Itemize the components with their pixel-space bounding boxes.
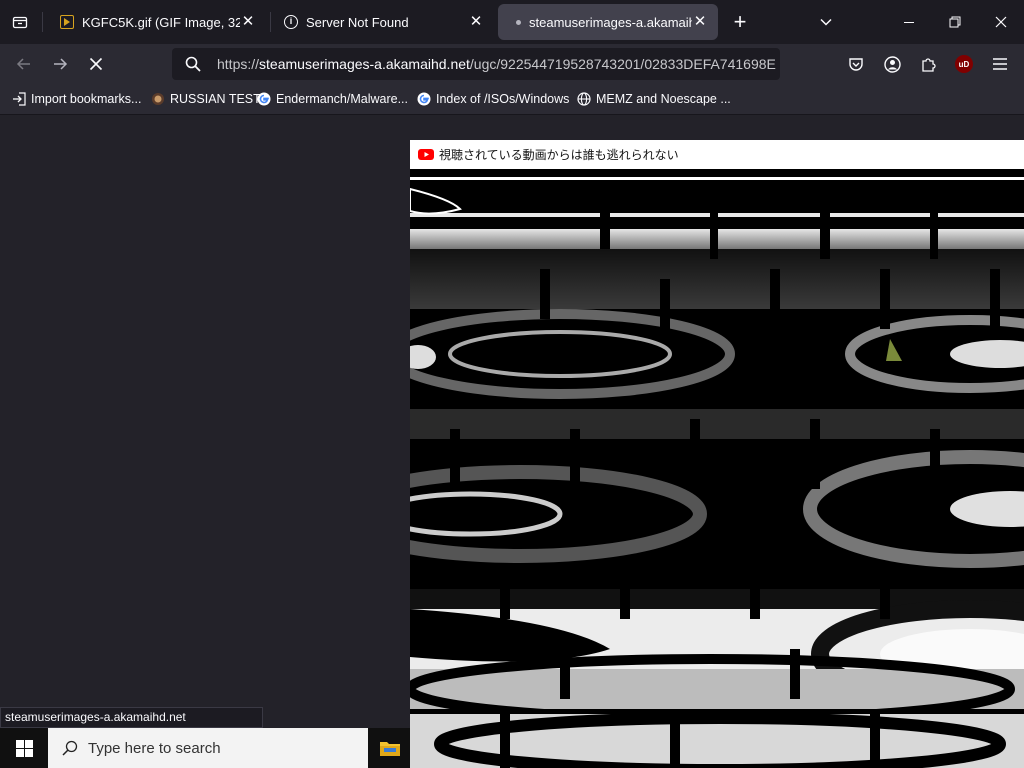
pocket-icon — [849, 58, 863, 71]
folder-icon — [380, 742, 400, 756]
bookmark-index-isos[interactable]: Index of /ISOs/Windows — [417, 90, 569, 108]
tab-divider — [270, 12, 271, 32]
bookmark-label: RUSSIAN TEST — [170, 92, 261, 106]
plus-icon: + — [733, 9, 747, 34]
search-placeholder: Type here to search — [88, 739, 221, 757]
bookmark-label: MEMZ and Noescape ... — [596, 92, 731, 106]
tab-label: steamuserimages-a.akamaihd.n — [529, 14, 692, 30]
tab-list-icon — [12, 16, 28, 29]
pocket-button[interactable] — [840, 48, 872, 80]
google-icon — [257, 92, 271, 106]
account-icon — [883, 55, 901, 73]
puzzle-icon — [922, 58, 936, 72]
url-bar[interactable]: https://steamuserimages-a.akamaihd.net/u… — [172, 48, 780, 80]
taskbar-search-box[interactable]: Type here to search — [48, 728, 368, 768]
tab-gif-image[interactable]: KGFC5K.gif (GIF Image, 320 × 2 ✕ — [50, 4, 266, 40]
minimize-button[interactable] — [886, 0, 932, 44]
stop-loading-button[interactable] — [80, 48, 112, 80]
glitch-video-frame[interactable] — [410, 169, 1024, 768]
arrow-right-icon — [54, 58, 68, 70]
distorted-video-image — [410, 169, 1024, 768]
app-menu-button[interactable] — [984, 48, 1016, 80]
start-button[interactable] — [0, 728, 48, 768]
youtube-icon — [418, 149, 434, 160]
gif-image-icon — [60, 15, 74, 29]
tab-strip: KGFC5K.gif (GIF Image, 320 × 2 ✕ i Serve… — [0, 0, 1024, 44]
info-icon: i — [284, 15, 298, 29]
url-host: steamuserimages-a.akamaihd.net — [259, 56, 470, 72]
tab-label: KGFC5K.gif (GIF Image, 320 × 2 — [82, 14, 240, 30]
bookmarks-toolbar: Import bookmarks... RUSSIAN TEST Enderma… — [0, 84, 1024, 115]
list-all-tabs-button[interactable] — [0, 0, 40, 44]
close-tab-icon[interactable]: ✕ — [692, 14, 708, 30]
forward-button[interactable] — [44, 48, 76, 80]
restore-icon — [949, 16, 961, 28]
file-explorer-button[interactable] — [370, 728, 410, 768]
bookmark-label: Index of /ISOs/Windows — [436, 92, 570, 106]
close-icon — [995, 16, 1007, 28]
tab-label: Server Not Found — [306, 14, 409, 30]
hamburger-menu-icon — [993, 58, 1007, 70]
url-prefix: https:// — [217, 56, 260, 72]
windows-logo-icon — [15, 739, 33, 757]
minimize-icon — [904, 21, 914, 23]
restore-button[interactable] — [932, 0, 978, 44]
bookmark-label: Import bookmarks... — [31, 92, 142, 106]
google-icon — [417, 92, 431, 106]
site-icon — [151, 92, 165, 106]
video-title: 視聴されている動画からは誰も逃れられない — [439, 148, 679, 162]
loading-dot-icon — [516, 19, 521, 25]
arrow-left-icon — [16, 58, 30, 70]
status-bar-url: steamuserimages-a.akamaihd.net — [0, 707, 263, 728]
close-tab-icon[interactable]: ✕ — [240, 14, 256, 30]
ublock-origin-button[interactable]: uD — [948, 48, 980, 80]
tab-server-not-found[interactable]: i Server Not Found ✕ — [274, 4, 494, 40]
bookmark-label: Endermanch/Malware... — [276, 92, 409, 106]
back-button[interactable] — [8, 48, 40, 80]
stop-icon — [89, 57, 103, 71]
tab-overflow-button[interactable] — [804, 0, 848, 44]
close-tab-icon[interactable]: ✕ — [468, 14, 484, 30]
url-path: /ugc/922544719528743201/02833DEFA741698E — [469, 56, 776, 72]
bookmark-memz[interactable]: MEMZ and Noescape ... — [577, 90, 731, 108]
close-window-button[interactable] — [978, 0, 1024, 44]
search-icon — [185, 56, 201, 72]
account-button[interactable] — [876, 48, 908, 80]
ublock-origin-icon: uD — [955, 55, 973, 73]
bookmark-import[interactable]: Import bookmarks... — [12, 90, 141, 108]
extensions-button[interactable] — [912, 48, 944, 80]
tab-divider — [42, 12, 43, 32]
globe-icon — [577, 92, 591, 106]
url-text[interactable]: https://steamuserimages-a.akamaihd.net/u… — [217, 56, 776, 72]
navigation-toolbar: https://steamuserimages-a.akamaihd.net/u… — [0, 44, 1024, 84]
tab-steam-image[interactable]: steamuserimages-a.akamaihd.n ✕ — [498, 4, 718, 40]
bookmark-endermanch[interactable]: Endermanch/Malware... — [257, 90, 408, 108]
bookmark-russian-test[interactable]: RUSSIAN TEST — [151, 90, 261, 108]
extension-badge: uD — [958, 59, 970, 69]
video-title-bar: 視聴されている動画からは誰も逃れられない — [410, 140, 1024, 169]
new-tab-button[interactable]: + — [718, 0, 762, 44]
chevron-down-icon — [820, 18, 832, 26]
search-icon — [62, 740, 78, 756]
import-icon — [12, 92, 26, 106]
